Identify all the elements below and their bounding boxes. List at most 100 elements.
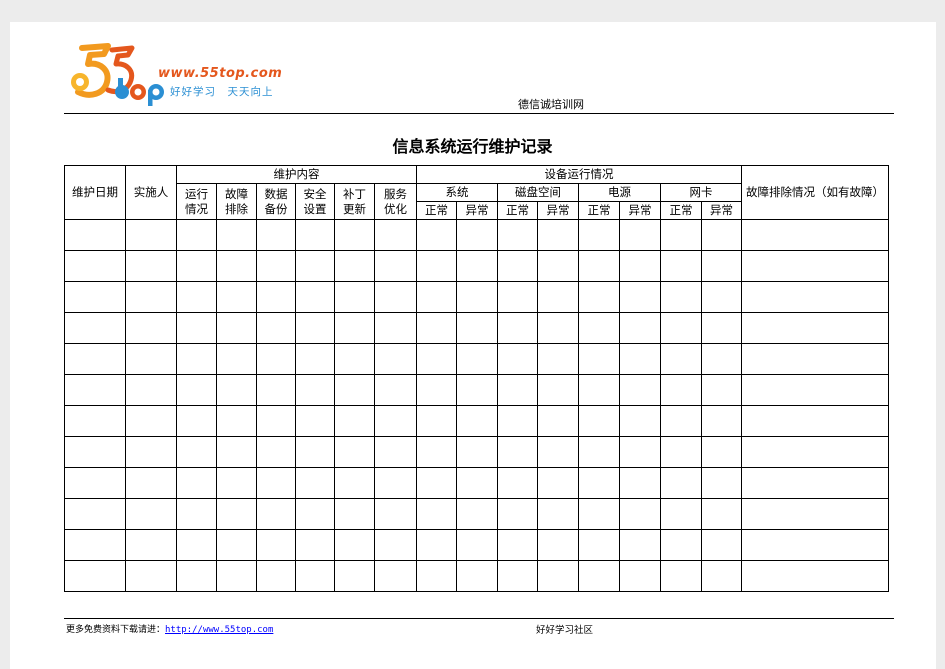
- table-cell[interactable]: [701, 467, 742, 499]
- table-cell[interactable]: [701, 498, 742, 530]
- table-cell[interactable]: [216, 467, 257, 499]
- table-cell[interactable]: [176, 219, 217, 251]
- table-cell[interactable]: [497, 219, 538, 251]
- table-cell[interactable]: [125, 219, 177, 251]
- table-cell[interactable]: [125, 312, 177, 344]
- table-cell[interactable]: [578, 312, 620, 344]
- table-cell[interactable]: [374, 560, 417, 592]
- table-cell[interactable]: [741, 374, 889, 406]
- table-cell[interactable]: [660, 219, 702, 251]
- table-cell[interactable]: [295, 281, 335, 313]
- table-cell[interactable]: [497, 498, 538, 530]
- table-cell[interactable]: [497, 312, 538, 344]
- table-cell[interactable]: [334, 219, 375, 251]
- table-cell[interactable]: [216, 498, 257, 530]
- table-cell[interactable]: [176, 405, 217, 437]
- table-cell[interactable]: [660, 529, 702, 561]
- table-cell[interactable]: [660, 436, 702, 468]
- table-cell[interactable]: [334, 498, 375, 530]
- footer-link[interactable]: http://www.55top.com: [165, 625, 273, 635]
- table-cell[interactable]: [256, 498, 296, 530]
- table-cell[interactable]: [295, 219, 335, 251]
- table-cell[interactable]: [295, 343, 335, 375]
- table-cell[interactable]: [374, 281, 417, 313]
- table-cell[interactable]: [741, 436, 889, 468]
- table-cell[interactable]: [416, 250, 457, 282]
- table-cell[interactable]: [537, 498, 579, 530]
- table-cell[interactable]: [64, 436, 126, 468]
- table-cell[interactable]: [374, 436, 417, 468]
- table-cell[interactable]: [216, 281, 257, 313]
- table-cell[interactable]: [660, 498, 702, 530]
- table-cell[interactable]: [619, 250, 661, 282]
- table-cell[interactable]: [374, 405, 417, 437]
- table-cell[interactable]: [125, 374, 177, 406]
- table-cell[interactable]: [416, 560, 457, 592]
- table-cell[interactable]: [497, 529, 538, 561]
- table-cell[interactable]: [64, 560, 126, 592]
- table-cell[interactable]: [741, 467, 889, 499]
- table-cell[interactable]: [456, 498, 498, 530]
- table-cell[interactable]: [578, 498, 620, 530]
- table-cell[interactable]: [619, 560, 661, 592]
- table-cell[interactable]: [374, 374, 417, 406]
- table-cell[interactable]: [497, 467, 538, 499]
- table-cell[interactable]: [660, 467, 702, 499]
- table-cell[interactable]: [176, 281, 217, 313]
- table-cell[interactable]: [374, 529, 417, 561]
- table-cell[interactable]: [125, 529, 177, 561]
- table-cell[interactable]: [374, 343, 417, 375]
- table-cell[interactable]: [701, 219, 742, 251]
- table-cell[interactable]: [334, 312, 375, 344]
- table-cell[interactable]: [619, 219, 661, 251]
- table-cell[interactable]: [216, 560, 257, 592]
- table-cell[interactable]: [334, 374, 375, 406]
- table-cell[interactable]: [537, 312, 579, 344]
- table-cell[interactable]: [578, 560, 620, 592]
- table-cell[interactable]: [619, 405, 661, 437]
- table-cell[interactable]: [125, 498, 177, 530]
- table-cell[interactable]: [537, 343, 579, 375]
- table-cell[interactable]: [741, 219, 889, 251]
- table-cell[interactable]: [619, 498, 661, 530]
- table-cell[interactable]: [537, 560, 579, 592]
- table-cell[interactable]: [216, 436, 257, 468]
- table-cell[interactable]: [701, 250, 742, 282]
- table-cell[interactable]: [537, 281, 579, 313]
- table-cell[interactable]: [456, 219, 498, 251]
- table-cell[interactable]: [660, 281, 702, 313]
- table-cell[interactable]: [295, 405, 335, 437]
- table-cell[interactable]: [176, 343, 217, 375]
- table-cell[interactable]: [701, 281, 742, 313]
- table-cell[interactable]: [578, 250, 620, 282]
- table-cell[interactable]: [295, 467, 335, 499]
- table-cell[interactable]: [456, 529, 498, 561]
- table-cell[interactable]: [741, 250, 889, 282]
- table-cell[interactable]: [497, 250, 538, 282]
- table-cell[interactable]: [216, 343, 257, 375]
- table-cell[interactable]: [537, 436, 579, 468]
- table-cell[interactable]: [578, 467, 620, 499]
- table-cell[interactable]: [64, 405, 126, 437]
- table-cell[interactable]: [64, 498, 126, 530]
- table-cell[interactable]: [176, 250, 217, 282]
- table-cell[interactable]: [256, 405, 296, 437]
- table-cell[interactable]: [456, 374, 498, 406]
- table-cell[interactable]: [256, 560, 296, 592]
- table-cell[interactable]: [660, 250, 702, 282]
- table-cell[interactable]: [497, 436, 538, 468]
- table-cell[interactable]: [295, 498, 335, 530]
- table-cell[interactable]: [416, 281, 457, 313]
- table-cell[interactable]: [456, 343, 498, 375]
- table-cell[interactable]: [660, 312, 702, 344]
- table-cell[interactable]: [216, 529, 257, 561]
- table-cell[interactable]: [497, 374, 538, 406]
- table-cell[interactable]: [578, 281, 620, 313]
- table-cell[interactable]: [660, 374, 702, 406]
- table-cell[interactable]: [741, 560, 889, 592]
- table-cell[interactable]: [660, 405, 702, 437]
- table-cell[interactable]: [416, 498, 457, 530]
- table-cell[interactable]: [295, 312, 335, 344]
- table-cell[interactable]: [295, 560, 335, 592]
- table-cell[interactable]: [125, 436, 177, 468]
